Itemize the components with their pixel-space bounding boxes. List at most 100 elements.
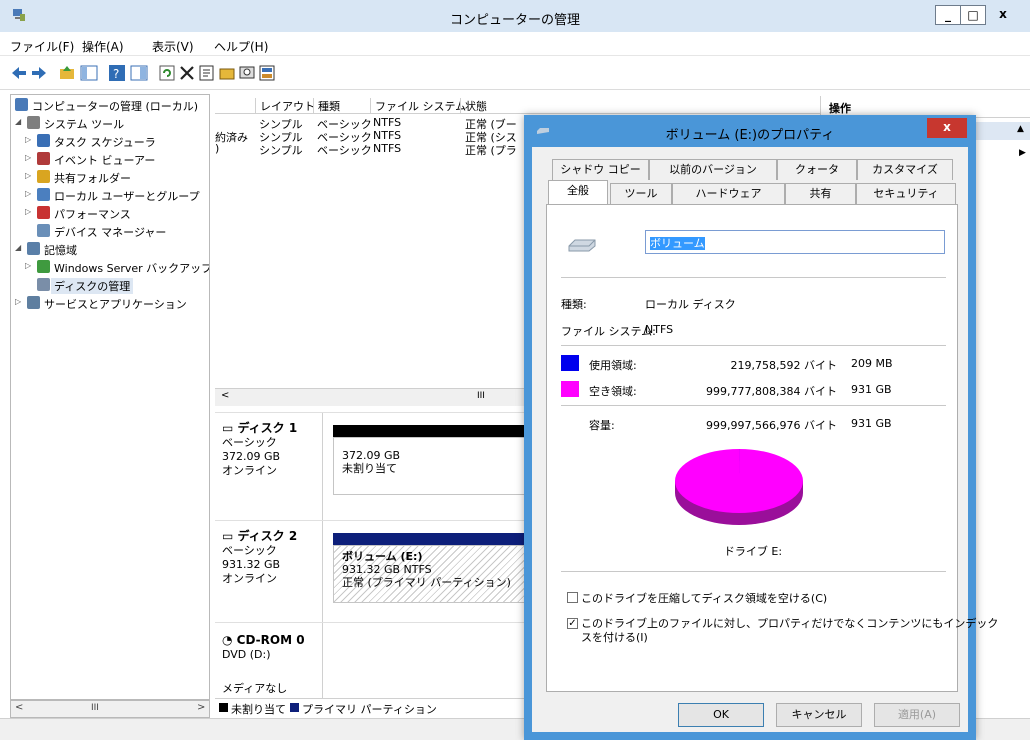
tree-item-icon xyxy=(37,278,50,291)
column-status[interactable]: 状態 xyxy=(460,98,487,113)
column-filesystem[interactable]: ファイル システム xyxy=(370,98,466,113)
tree-toggle-icon[interactable]: ◢ xyxy=(15,117,23,126)
filesystem-value: NTFS xyxy=(645,323,674,336)
volume-e-partition[interactable]: ボリューム (E:) 931.32 GB NTFS 正常 (プライマリ パーティ… xyxy=(333,545,525,603)
tree-item-label: 記憶域 xyxy=(44,244,77,257)
partition-name: ボリューム (E:) xyxy=(342,550,423,563)
collapse-arrow-icon[interactable]: ▲ xyxy=(1017,124,1024,134)
tree-item-icon xyxy=(15,98,28,111)
maximize-button[interactable]: □ xyxy=(960,5,986,25)
used-space-label: 使用領域: xyxy=(589,359,637,372)
help-topic-icon[interactable] xyxy=(258,64,276,82)
dialog-close-button[interactable]: x xyxy=(927,118,967,138)
compress-label[interactable]: このドライブを圧縮してディスク領域を空ける(C) xyxy=(581,590,827,606)
capacity-label: 容量: xyxy=(589,419,615,432)
disk-1-partition[interactable]: 372.09 GB 未割り当て xyxy=(333,437,525,495)
tab-quota[interactable]: クォータ xyxy=(777,159,857,180)
disk-1-state: オンライン xyxy=(222,464,277,477)
disk-2-row[interactable]: ▭ ディスク 2 ベーシック 931.32 GB オンライン ボリューム (E:… xyxy=(215,520,525,622)
unallocated-bar xyxy=(333,425,525,437)
capacity-bytes: 999,997,566,976 バイト xyxy=(706,419,837,432)
ok-button[interactable]: OK xyxy=(678,703,764,727)
type-value: ローカル ディスク xyxy=(645,298,736,311)
tab-hardware[interactable]: ハードウェア xyxy=(672,183,785,204)
capacity-size: 931 GB xyxy=(851,417,892,430)
volume-row[interactable]: ) シンプル ベーシック NTFS 正常 (プラ xyxy=(215,142,525,157)
volume-cell-layout: シンプル xyxy=(259,144,303,157)
search-icon[interactable] xyxy=(238,64,256,82)
menu-help[interactable]: ヘルプ(H) xyxy=(214,38,268,55)
tree-toggle-icon[interactable]: ▷ xyxy=(25,135,33,144)
tab-tools[interactable]: ツール xyxy=(610,183,672,204)
tree-item-icon xyxy=(37,134,50,147)
disk-2-info: ▭ ディスク 2 ベーシック 931.32 GB オンライン xyxy=(215,521,323,622)
tree-toggle-icon[interactable]: ▷ xyxy=(25,153,33,162)
properties-icon[interactable] xyxy=(198,64,216,82)
menu-action[interactable]: 操作(A) xyxy=(82,38,124,55)
index-label-line2[interactable]: スを付ける(I) xyxy=(581,629,648,645)
type-label: 種類: xyxy=(561,298,587,311)
partition-size: 372.09 GB xyxy=(342,449,401,462)
help-icon[interactable]: ? xyxy=(108,64,126,82)
menu-file[interactable]: ファイル(F) xyxy=(10,38,74,55)
console-icon[interactable] xyxy=(130,64,148,82)
refresh-icon[interactable] xyxy=(158,64,176,82)
disk-1-info: ▭ ディスク 1 ベーシック 372.09 GB オンライン xyxy=(215,413,323,520)
close-button[interactable]: x xyxy=(990,5,1016,25)
volume-cell-fs: NTFS xyxy=(373,116,402,129)
tab-shadow-copy[interactable]: シャドウ コピー xyxy=(552,159,649,180)
tree-toggle-icon[interactable]: ◢ xyxy=(15,243,23,252)
scroll-left-icon[interactable]: < xyxy=(15,702,23,713)
drive-label: ドライブ E: xyxy=(723,545,783,558)
tree-item-icon xyxy=(37,152,50,165)
scroll-right-icon[interactable]: > xyxy=(197,702,205,713)
tree-item-label: コンピューターの管理 (ローカル) xyxy=(32,100,199,113)
expand-arrow-icon[interactable]: ▶ xyxy=(1019,148,1026,158)
tab-sharing[interactable]: 共有 xyxy=(785,183,856,204)
free-space-label: 空き領域: xyxy=(589,385,637,398)
cdrom-row[interactable]: ◔ CD-ROM 0 DVD (D:) メディアなし xyxy=(215,622,525,698)
apply-button[interactable]: 適用(A) xyxy=(874,703,960,727)
volume-row[interactable]: シンプル ベーシック NTFS 正常 (ブー xyxy=(215,116,525,131)
volume-label-input[interactable]: ボリューム xyxy=(645,230,945,254)
tree-item-label: Windows Server バックアップ xyxy=(54,262,210,275)
disk-legend: 未割り当て プライマリ パーティション xyxy=(215,698,525,716)
disk-1-row[interactable]: ▭ ディスク 1 ベーシック 372.09 GB オンライン 372.09 GB… xyxy=(215,412,525,520)
show-hide-tree-icon[interactable] xyxy=(80,64,98,82)
tree-item-icon xyxy=(27,116,40,129)
tree-horizontal-scrollbar[interactable]: < III > xyxy=(10,700,210,718)
disk-2-title: ディスク 2 xyxy=(237,529,298,543)
used-space-bytes: 219,758,592 バイト xyxy=(730,359,837,372)
volume-row[interactable]: 約済み シンプル ベーシック NTFS 正常 (シス xyxy=(215,129,525,144)
tree-item-icon xyxy=(27,296,40,309)
tab-previous-versions[interactable]: 以前のバージョン xyxy=(649,159,777,180)
tree-toggle-icon[interactable]: ▷ xyxy=(25,261,33,270)
back-icon[interactable] xyxy=(10,64,28,82)
volume-list-scrollbar[interactable]: < III xyxy=(215,388,525,406)
tree-toggle-icon[interactable]: ▷ xyxy=(15,297,23,306)
tab-security[interactable]: セキュリティ xyxy=(856,183,956,204)
scroll-thumb-icon[interactable]: III xyxy=(477,391,485,401)
tree-item-icon xyxy=(37,260,50,273)
svg-text:?: ? xyxy=(113,67,119,81)
tab-customize[interactable]: カスタマイズ xyxy=(857,159,953,180)
scroll-thumb-icon[interactable]: III xyxy=(91,703,99,713)
tree-toggle-icon[interactable]: ▷ xyxy=(25,171,33,180)
used-space-swatch xyxy=(561,355,579,371)
tree-toggle-icon[interactable]: ▷ xyxy=(25,189,33,198)
compress-checkbox[interactable] xyxy=(567,592,578,603)
tab-general[interactable]: 全般 xyxy=(548,180,608,204)
open-icon[interactable] xyxy=(218,64,236,82)
column-type[interactable]: 種類 xyxy=(313,98,340,113)
tree-toggle-icon[interactable]: ▷ xyxy=(25,207,33,216)
scroll-left-icon[interactable]: < xyxy=(221,390,229,401)
menu-view[interactable]: 表示(V) xyxy=(152,38,194,55)
column-layout[interactable]: レイアウト xyxy=(255,98,315,113)
forward-icon[interactable] xyxy=(30,64,48,82)
delete-icon[interactable] xyxy=(178,64,196,82)
disk-1-title: ディスク 1 xyxy=(237,421,298,435)
cancel-button[interactable]: キャンセル xyxy=(776,703,862,727)
index-checkbox[interactable]: ✓ xyxy=(567,618,578,629)
up-folder-icon[interactable] xyxy=(58,64,76,82)
minimize-button[interactable]: _ xyxy=(935,5,961,25)
